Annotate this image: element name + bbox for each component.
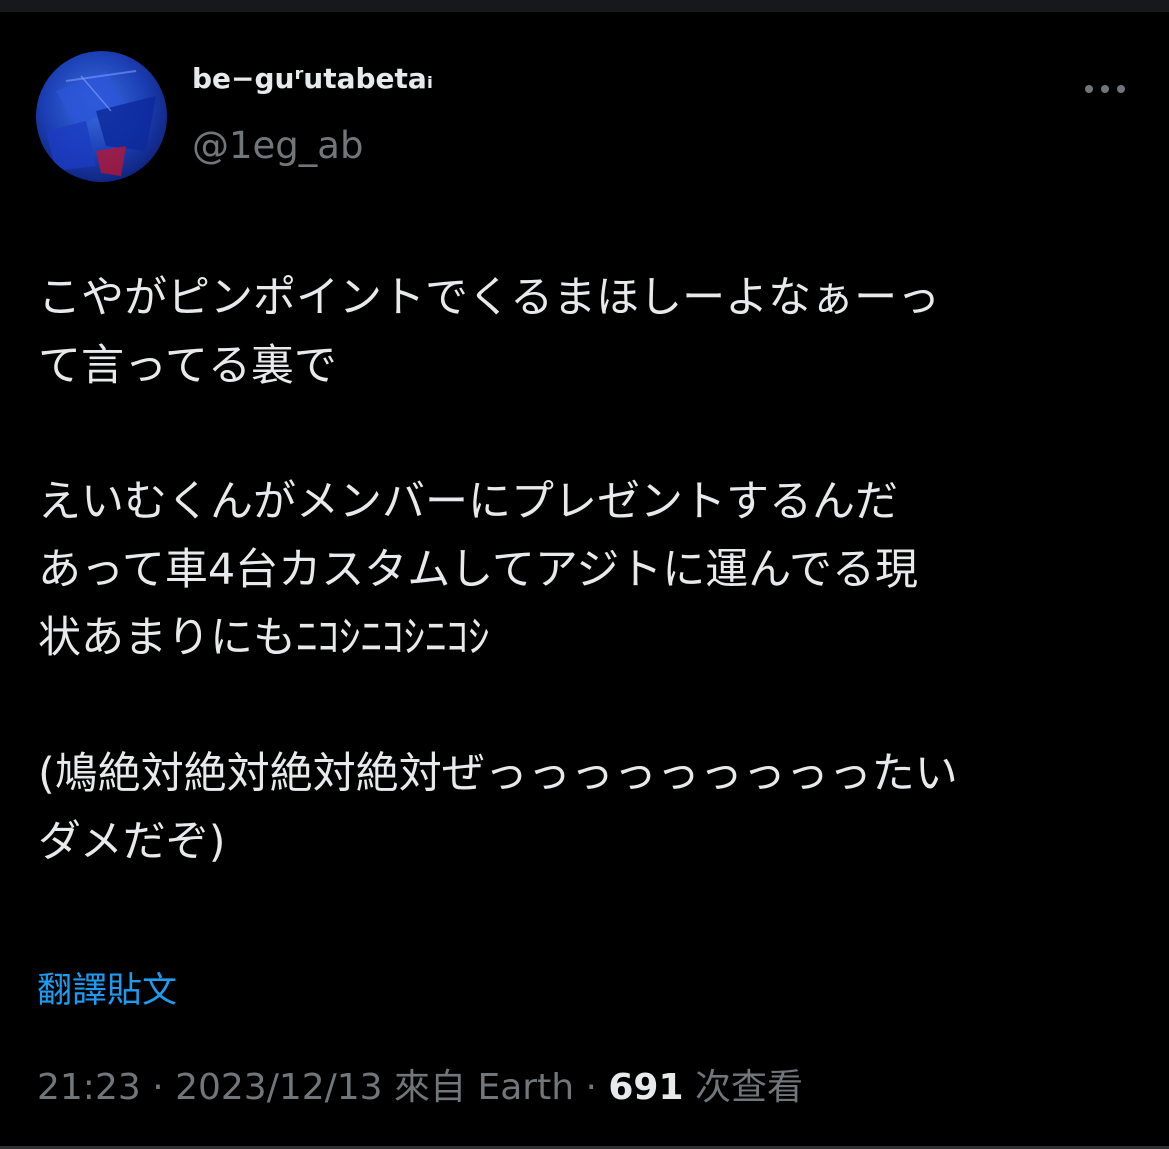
- top-divider: [0, 0, 1169, 12]
- avatar[interactable]: [36, 51, 167, 182]
- tweet-line: て言ってる裏で: [38, 341, 337, 391]
- meta-separator: ·: [574, 1067, 609, 1108]
- avatar-image: [36, 51, 167, 182]
- post-date[interactable]: 2023/12/13: [175, 1067, 383, 1108]
- meta-separator: ·: [140, 1067, 176, 1108]
- translate-post-link[interactable]: 翻譯貼文: [37, 962, 177, 1013]
- more-dots-icon: [1085, 85, 1125, 93]
- tweet-line: あって車4台カスタムしてアジトに運んでる現: [38, 545, 919, 595]
- user-handle[interactable]: @1eg_ab: [192, 124, 363, 167]
- post-source: 來自 Earth: [382, 1067, 575, 1108]
- post-time[interactable]: 21:23: [37, 1067, 141, 1108]
- tweet-line: [38, 400, 1138, 468]
- views-count: 691: [608, 1067, 684, 1108]
- more-options-button[interactable]: [1080, 74, 1130, 104]
- display-name[interactable]: be−guʳutabetaᵢ: [192, 62, 433, 95]
- tweet-line: (鳩絶対絶対絶対絶対ぜっっっっっっっっったい: [38, 749, 958, 799]
- tweet-line: ダメだぞ): [38, 817, 226, 867]
- tweet-line: 状あまりにもﾆｺｼﾆｺｼﾆｺｼ: [38, 613, 490, 663]
- tweet-line: こやがピンポイントでくるまほしーよなぁーっ: [38, 273, 941, 323]
- tweet-metadata: 21:23 · 2023/12/13 來自 Earth · 691 次查看: [37, 1058, 803, 1110]
- tweet-line: えいむくんがメンバーにプレゼントするんだ: [38, 477, 898, 527]
- tweet-line: [38, 672, 1138, 740]
- views-label: 次查看: [683, 1067, 803, 1108]
- tweet-text: こやがピンポイントでくるまほしーよなぁーっ て言ってる裏で えいむくんがメンバー…: [38, 264, 1138, 876]
